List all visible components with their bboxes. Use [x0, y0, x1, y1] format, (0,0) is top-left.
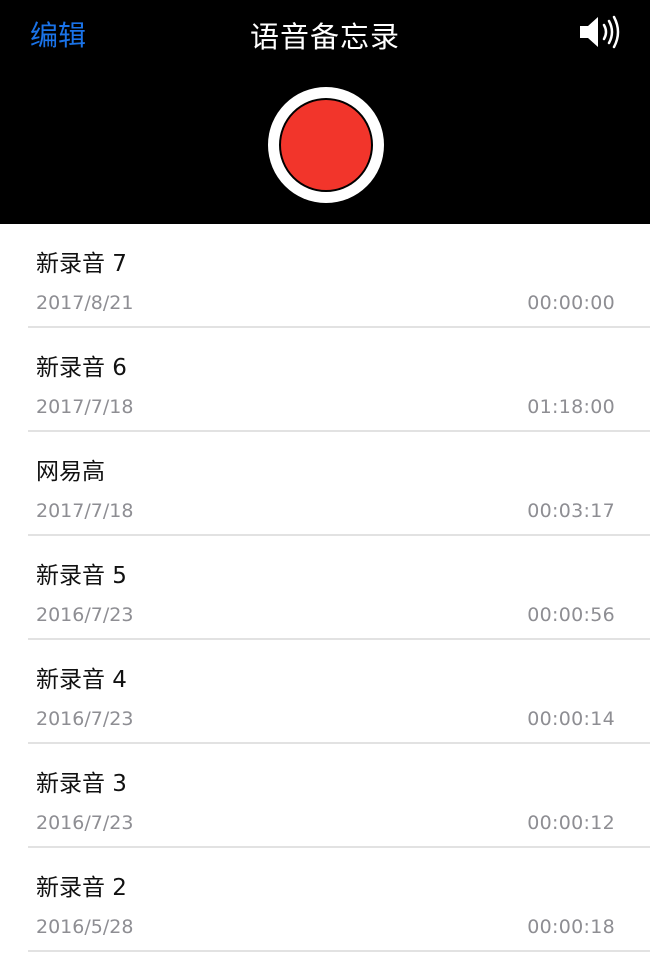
recording-row[interactable]: 网易高 2017/7/18 00:03:17: [0, 432, 650, 536]
recording-duration: 00:00:00: [527, 292, 615, 314]
recording-date: 2016/7/23: [36, 812, 134, 834]
recording-row[interactable]: 新录音 5 2016/7/23 00:00:56: [0, 536, 650, 640]
recording-name: 新录音 6: [36, 355, 127, 381]
recording-row[interactable]: 新录音 7 2017/8/21 00:00:00: [0, 224, 650, 328]
recording-date: 2017/8/21: [36, 292, 134, 314]
recording-date: 2016/7/23: [36, 604, 134, 626]
recording-name: 新录音 7: [36, 251, 127, 277]
recording-date: 2017/7/18: [36, 500, 134, 522]
recording-duration: 00:00:12: [527, 812, 615, 834]
speaker-volume-icon[interactable]: [576, 12, 624, 52]
page-title: 语音备忘录: [249, 20, 400, 54]
header-bar: 编辑 语音备忘录: [0, 0, 650, 224]
record-button[interactable]: [268, 87, 384, 203]
recording-date: 2017/7/18: [36, 396, 134, 418]
recording-duration: 00:00:56: [527, 604, 615, 626]
recording-duration: 01:18:00: [527, 396, 615, 418]
recording-duration: 00:00:18: [527, 916, 615, 938]
recording-row[interactable]: 新录音 3 2016/7/23 00:00:12: [0, 744, 650, 848]
recording-name: 新录音 3: [36, 771, 127, 797]
recording-date: 2016/5/28: [36, 916, 134, 938]
recording-name: 新录音 4: [36, 667, 127, 693]
recording-row[interactable]: 新录音 4 2016/7/23 00:00:14: [0, 640, 650, 744]
recording-date: 2016/7/23: [36, 708, 134, 730]
recording-name: 新录音 2: [36, 875, 127, 901]
recording-row[interactable]: 新录音 2 2016/5/28 00:00:18: [0, 848, 650, 952]
record-button-icon: [279, 98, 373, 192]
recording-name: 网易高: [36, 459, 105, 485]
recording-row[interactable]: 新录音 6 2017/7/18 01:18:00: [0, 328, 650, 432]
recording-duration: 00:00:14: [527, 708, 615, 730]
recording-name: 新录音 5: [36, 563, 127, 589]
recordings-list: 新录音 7 2017/8/21 00:00:00 新录音 6 2017/7/18…: [0, 224, 650, 952]
recording-duration: 00:03:17: [527, 500, 615, 522]
